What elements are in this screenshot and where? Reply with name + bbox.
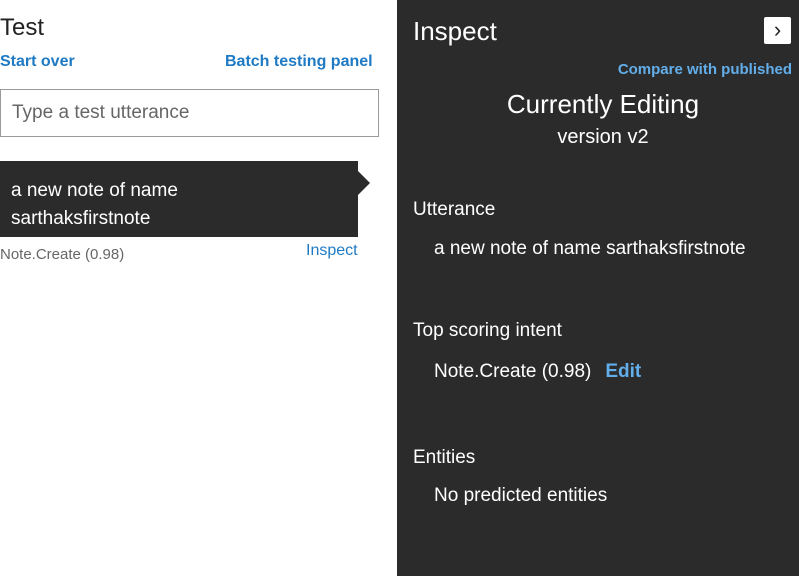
test-panel-title: Test — [0, 14, 45, 41]
edit-intent-link[interactable]: Edit — [605, 361, 641, 382]
top-scoring-intent-row: Note.Create (0.98) Edit — [434, 361, 641, 383]
utterance-label: Utterance — [413, 199, 496, 220]
inspect-panel: Inspect › Compare with published Current… — [397, 0, 799, 576]
inspect-panel-title: Inspect — [413, 16, 497, 46]
utterance-result-card[interactable]: a new note of name sarthaksfirstnote — [0, 161, 358, 237]
inspect-link[interactable]: Inspect — [306, 242, 358, 260]
top-scoring-intent-value: Note.Create (0.98) — [434, 361, 592, 382]
start-over-link[interactable]: Start over — [0, 53, 75, 71]
test-panel: Test Start over Batch testing panel a ne… — [0, 0, 397, 576]
chevron-right-icon: › — [773, 17, 782, 42]
entities-value: No predicted entities — [434, 485, 608, 506]
batch-testing-panel-link[interactable]: Batch testing panel — [225, 53, 373, 71]
currently-editing-label: Currently Editing — [506, 89, 700, 119]
utterance-card-text-line2: sarthaksfirstnote — [11, 208, 151, 229]
test-utterance-input[interactable] — [0, 89, 379, 137]
compare-with-published-link[interactable]: Compare with published — [618, 61, 792, 78]
utterance-value: a new note of name sarthaksfirstnote — [434, 238, 746, 259]
card-pointer-arrow — [358, 171, 370, 195]
collapse-panel-button[interactable]: › — [764, 17, 791, 44]
intent-result: Note.Create (0.98) — [0, 246, 125, 263]
entities-label: Entities — [413, 447, 476, 468]
top-scoring-intent-label: Top scoring intent — [413, 320, 562, 341]
utterance-card-text-line1: a new note of name — [11, 180, 178, 201]
version-label: version v2 — [557, 126, 649, 148]
